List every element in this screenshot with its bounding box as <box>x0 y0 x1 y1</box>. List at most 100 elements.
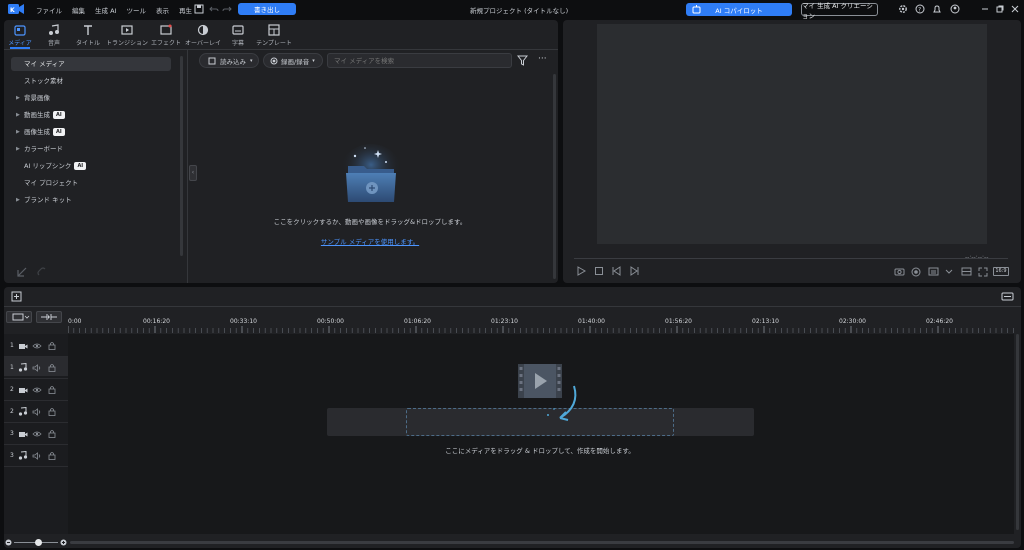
mute-speaker-icon[interactable] <box>32 363 48 372</box>
record-dropdown[interactable]: 録画/録音 ▾ <box>263 53 323 68</box>
lock-icon[interactable] <box>48 363 56 372</box>
track-header-video-2[interactable]: 2 <box>4 379 68 401</box>
zoom-slider-handle[interactable] <box>35 539 42 546</box>
ai-copilot-label: AI コパイロット <box>715 6 763 15</box>
sidebar-item-brand-kit[interactable]: ▶ ブランド キット <box>12 193 172 207</box>
play-icon[interactable] <box>576 266 586 276</box>
lock-icon[interactable] <box>48 385 56 394</box>
lock-icon[interactable] <box>48 429 56 438</box>
link-icon[interactable] <box>36 266 48 278</box>
snap-toggle-button[interactable] <box>36 311 62 323</box>
media-scrollbar[interactable] <box>553 74 556 279</box>
tab-media[interactable]: メディア <box>4 24 36 47</box>
expand-arrow-icon: ▶ <box>16 197 20 203</box>
lock-icon[interactable] <box>48 341 56 350</box>
tab-titles[interactable]: タイトル <box>72 24 104 47</box>
settings-gear-icon[interactable] <box>898 4 908 14</box>
menu-view[interactable]: 表示 <box>156 5 169 15</box>
add-folder-icon[interactable] <box>16 266 28 278</box>
sidebar-item-my-media[interactable]: マイ メディア <box>12 57 172 71</box>
ai-copilot-button[interactable]: AI コパイロット <box>686 3 792 16</box>
tab-transitions[interactable]: トランジション <box>106 24 148 47</box>
sidebar-item-image-generation[interactable]: ▶ 画像生成 AI <box>12 125 172 139</box>
help-icon[interactable]: ? <box>915 4 925 14</box>
sidebar-item-stock-media[interactable]: ストック素材 <box>12 74 172 88</box>
track-header-video-3[interactable]: 3 <box>4 423 68 445</box>
export-button[interactable]: 書き出し <box>238 3 296 15</box>
media-search-input[interactable] <box>327 53 512 68</box>
save-icon[interactable] <box>194 4 204 14</box>
chevron-down-icon: ▾ <box>250 57 253 64</box>
add-track-icon[interactable] <box>11 291 22 302</box>
empty-folder-icon[interactable] <box>338 140 404 210</box>
visibility-eye-icon[interactable] <box>32 386 48 394</box>
volume-icon[interactable] <box>911 267 921 277</box>
track-manager-button[interactable] <box>6 311 32 323</box>
tab-subtitles[interactable]: 字幕 <box>222 24 254 47</box>
track-header-audio-3[interactable]: 3 <box>4 445 68 467</box>
undo-icon[interactable] <box>209 4 219 14</box>
track-number: 2 <box>10 408 14 415</box>
visibility-eye-icon[interactable] <box>32 430 48 438</box>
zoom-in-icon[interactable] <box>60 539 67 546</box>
snapshot-camera-icon[interactable] <box>894 267 905 276</box>
stop-icon[interactable] <box>594 266 604 276</box>
tab-overlays[interactable]: オーバーレイ <box>184 24 222 47</box>
track-manager-icon <box>12 313 30 321</box>
collapse-sidebar-handle[interactable]: ‹ <box>189 165 197 181</box>
visibility-eye-icon[interactable] <box>32 342 48 350</box>
my-ai-creation-button[interactable]: マイ 生成 AI クリエーション <box>801 2 878 20</box>
menu-edit[interactable]: 編集 <box>72 5 85 15</box>
fullscreen-icon[interactable] <box>978 267 988 277</box>
track-header-audio-1[interactable]: 1 <box>4 357 68 379</box>
mute-speaker-icon[interactable] <box>32 451 48 460</box>
timeline-horizontal-scrollbar[interactable] <box>70 541 1014 544</box>
previous-frame-icon[interactable] <box>612 266 622 276</box>
track-header-video-1[interactable]: 1 <box>4 335 68 357</box>
display-mode-dropdown-icon[interactable] <box>944 267 954 276</box>
sidebar-item-video-generation[interactable]: ▶ 動画生成 AI <box>12 108 172 122</box>
tab-transitions-label: トランジション <box>106 40 149 47</box>
lock-icon[interactable] <box>48 407 56 416</box>
tab-titles-label: タイトル <box>75 40 100 47</box>
sidebar-scrollbar[interactable] <box>180 56 183 256</box>
filter-icon[interactable] <box>517 55 528 66</box>
notification-icon[interactable] <box>932 4 942 14</box>
close-icon[interactable] <box>1010 4 1020 14</box>
mute-speaker-icon[interactable] <box>32 407 48 416</box>
minimize-icon[interactable] <box>980 4 990 14</box>
sidebar-item-my-projects[interactable]: マイ プロジェクト <box>12 176 172 190</box>
tab-templates-label: テンプレート <box>256 40 292 47</box>
sidebar-item-color-board[interactable]: ▶ カラーボード <box>12 142 172 156</box>
expand-arrow-icon: ▶ <box>16 146 20 152</box>
project-title: 新規プロジェクト (タイトルなし) <box>470 7 569 15</box>
track-header-audio-2[interactable]: 2 <box>4 401 68 423</box>
sidebar-item-background[interactable]: ▶ 背景画像 <box>12 91 172 105</box>
subtitle-display-icon[interactable] <box>928 267 939 276</box>
menu-generative-ai[interactable]: 生成 AI <box>95 5 116 15</box>
tab-templates[interactable]: テンプレート <box>254 24 294 47</box>
tab-effects[interactable]: エフェクト <box>150 24 182 47</box>
more-options-icon[interactable]: ··· <box>538 55 547 64</box>
record-icon <box>270 57 278 65</box>
tab-audio[interactable]: 音声 <box>38 24 70 47</box>
menu-file[interactable]: ファイル <box>36 5 62 15</box>
next-frame-icon[interactable] <box>629 266 639 276</box>
menu-tools[interactable]: ツール <box>126 5 146 15</box>
timeline-vertical-scrollbar[interactable] <box>1016 334 1019 530</box>
lock-icon[interactable] <box>48 451 56 460</box>
tab-effects-label: エフェクト <box>150 40 181 47</box>
playback-scrubber[interactable] <box>574 258 1008 259</box>
import-dropdown[interactable]: 読み込み ▾ <box>199 53 259 68</box>
sidebar-item-ai-lipsync[interactable]: AI リップシンク AI <box>12 159 172 173</box>
layout-icon[interactable] <box>961 267 972 276</box>
account-icon[interactable] <box>950 4 960 14</box>
sample-media-link[interactable]: サンプル メディアを使用します。 <box>300 236 440 246</box>
restore-icon[interactable] <box>995 4 1005 14</box>
redo-icon[interactable] <box>222 4 232 14</box>
aspect-ratio-button[interactable]: 16:9 <box>993 267 1009 276</box>
zoom-out-icon[interactable] <box>5 539 12 546</box>
menu-play[interactable]: 再生 <box>179 5 192 15</box>
sidebar-divider <box>187 50 188 283</box>
render-preview-icon[interactable] <box>1001 291 1014 302</box>
